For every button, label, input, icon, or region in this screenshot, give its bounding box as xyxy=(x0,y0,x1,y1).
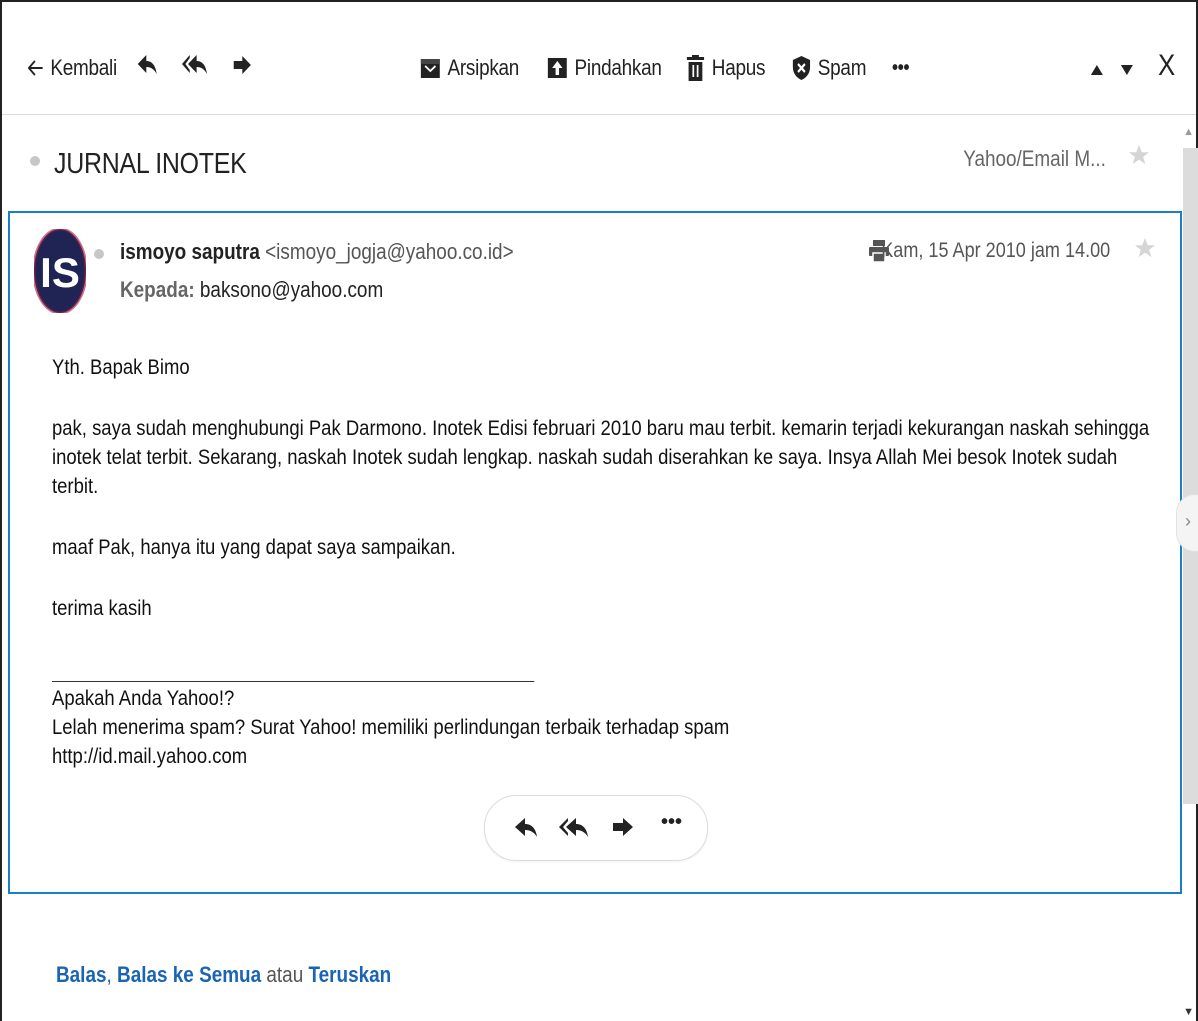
reply-button[interactable] xyxy=(136,50,158,86)
next-message-button[interactable] xyxy=(1120,52,1134,88)
back-button[interactable]: Kembali xyxy=(28,50,117,86)
message-star-icon[interactable] xyxy=(1134,237,1156,264)
message-subject: JURNAL INOTEK xyxy=(54,148,247,180)
body-paragraph-1: pak, saya sudah menghubungi Pak Darmono.… xyxy=(52,414,1161,501)
scroll-down-arrow-icon[interactable]: ▼ xyxy=(1183,1006,1194,1018)
scrollbar-thumb[interactable] xyxy=(1183,148,1198,804)
side-panel-toggle[interactable]: › xyxy=(1176,494,1198,552)
signature-line-1: Apakah Anda Yahoo!? xyxy=(52,687,235,710)
reply-all-button[interactable] xyxy=(182,50,210,86)
spam-button[interactable]: Spam xyxy=(792,50,866,86)
avatar-initials: IS xyxy=(40,249,80,296)
signature-link[interactable]: http://id.mail.yahoo.com xyxy=(52,742,1161,771)
recipient-line: Kepada: baksono@yahoo.com xyxy=(120,277,383,303)
more-button[interactable]: ••• xyxy=(892,50,910,86)
signature-divider xyxy=(52,681,535,682)
signature: Apakah Anda Yahoo!? Lelah menerima spam?… xyxy=(52,684,1161,771)
delete-button[interactable]: Hapus xyxy=(686,50,765,86)
more-actions-button[interactable]: ••• xyxy=(661,811,682,834)
reply-link[interactable]: Balas xyxy=(56,962,106,987)
close-button[interactable]: X xyxy=(1158,48,1175,84)
unread-dot-icon[interactable] xyxy=(30,156,40,166)
chevron-right-icon: › xyxy=(1185,511,1191,531)
sender-email[interactable]: <ismoyo_jogja@yahoo.co.id> xyxy=(265,239,514,264)
arrow-left-icon xyxy=(28,59,43,77)
recipient-address[interactable]: baksono@yahoo.com xyxy=(200,277,383,302)
reply-all-link[interactable]: Balas ke Semua xyxy=(117,962,261,987)
back-label: Kembali xyxy=(50,55,117,80)
spam-label: Spam xyxy=(817,55,867,80)
close-label: X xyxy=(1158,49,1175,82)
sender-status-dot-icon xyxy=(94,249,104,259)
body-paragraph-2: maaf Pak, hanya itu yang dapat saya samp… xyxy=(52,536,456,559)
trash-icon xyxy=(686,55,705,81)
to-label: Kepada: xyxy=(120,277,195,302)
delete-label: Hapus xyxy=(711,55,766,80)
previous-message-button[interactable] xyxy=(1090,52,1104,88)
or-text: atau xyxy=(266,962,304,987)
sender-name[interactable]: ismoyo saputra xyxy=(120,239,260,264)
message-date: Kam, 15 Apr 2010 jam 14.00 xyxy=(881,239,1110,262)
signature-line-2: Lelah menerima spam? Surat Yahoo! memili… xyxy=(52,716,730,739)
forward-icon[interactable] xyxy=(611,816,635,843)
message-card: IS ismoyo saputra <ismoyo_jogja@yahoo.co… xyxy=(8,211,1182,894)
body-closing: terima kasih xyxy=(52,597,152,620)
archive-icon xyxy=(420,56,441,80)
scroll-up-arrow-icon[interactable]: ▲ xyxy=(1183,126,1194,138)
more-label: ••• xyxy=(892,56,910,79)
message-body: Yth. Bapak Bimo pak, saya sudah menghubu… xyxy=(52,353,1161,771)
forward-link[interactable]: Teruskan xyxy=(308,962,391,987)
reply-all-icon[interactable] xyxy=(559,816,591,845)
comma-separator: , xyxy=(106,962,112,987)
reply-icon xyxy=(136,53,158,83)
folder-label[interactable]: Yahoo/Email M... xyxy=(963,146,1106,172)
move-label: Pindahkan xyxy=(574,55,662,80)
forward-icon xyxy=(232,54,253,82)
message-actions: ••• xyxy=(484,795,708,861)
reply-all-icon xyxy=(182,53,210,83)
move-button[interactable]: Pindahkan xyxy=(547,50,662,86)
subject-row: JURNAL INOTEK Yahoo/Email M... xyxy=(2,118,1182,210)
move-icon xyxy=(547,56,568,80)
sender-line: ismoyo saputra <ismoyo_jogja@yahoo.co.id… xyxy=(120,239,514,265)
body-greeting: Yth. Bapak Bimo xyxy=(52,356,190,379)
toolbar: Kembali Arsipkan Pindahkan Hapus Spam ••… xyxy=(2,2,1196,115)
body-paragraph-1-line-2: inotek telat terbit. Sekarang, naskah In… xyxy=(52,446,1118,498)
star-icon[interactable] xyxy=(1128,144,1150,171)
triangle-down-icon xyxy=(1120,57,1134,83)
triangle-up-icon xyxy=(1090,57,1104,83)
reply-icon[interactable] xyxy=(513,816,539,845)
shield-x-icon xyxy=(792,55,811,81)
quick-reply-links: Balas, Balas ke Semua atau Teruskan xyxy=(56,962,391,988)
avatar: IS xyxy=(32,227,94,315)
forward-button[interactable] xyxy=(232,50,253,86)
archive-button[interactable]: Arsipkan xyxy=(420,50,519,86)
archive-label: Arsipkan xyxy=(447,55,520,80)
body-paragraph-1-line-1: pak, saya sudah menghubungi Pak Darmono.… xyxy=(52,417,1150,440)
